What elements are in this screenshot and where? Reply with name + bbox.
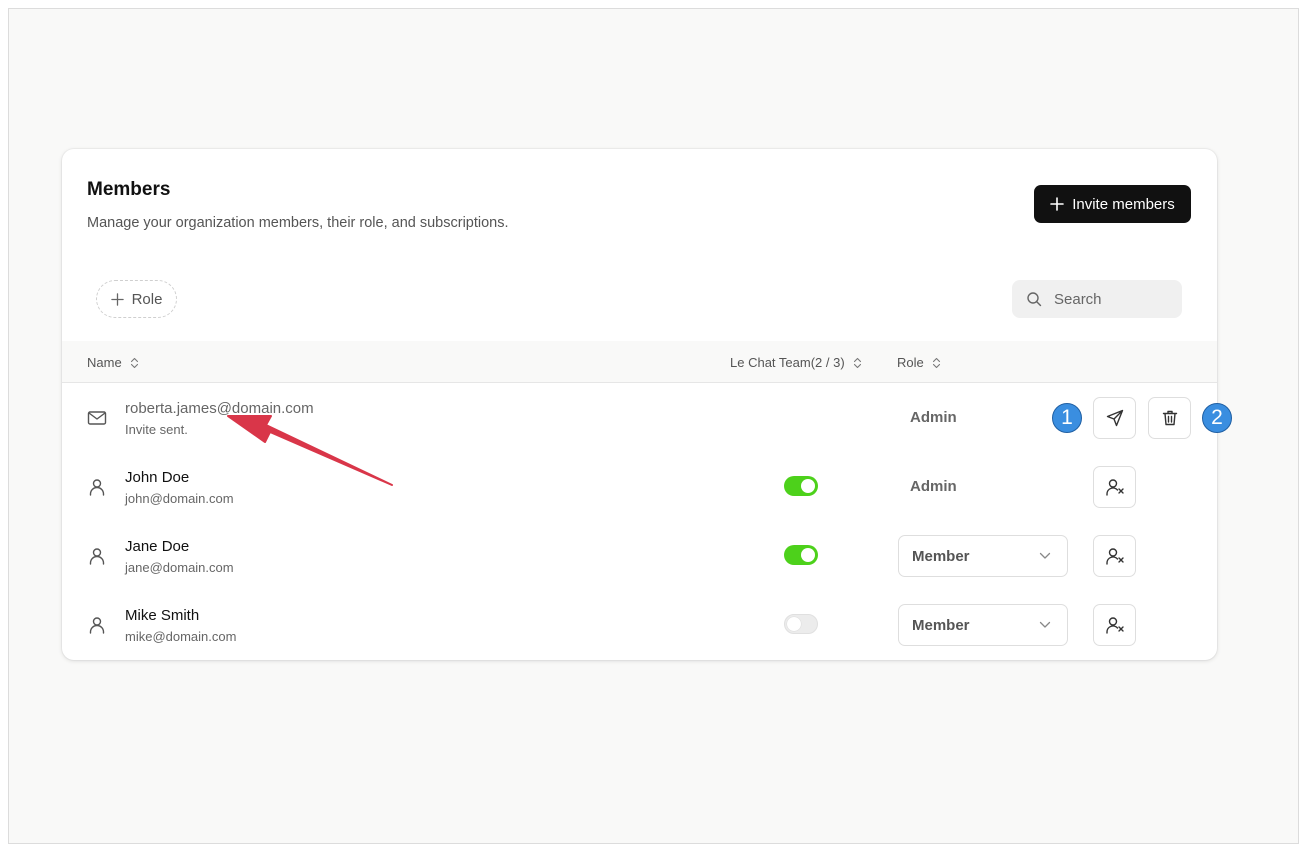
role-value: Admin [910, 409, 957, 426]
role-select[interactable]: Member [898, 535, 1068, 577]
member-email: mike@domain.com [125, 629, 237, 644]
column-header-team[interactable]: Le Chat Team(2 / 3) [730, 355, 862, 370]
remove-member-button[interactable] [1093, 604, 1136, 646]
team-toggle[interactable] [784, 476, 818, 496]
toggle-knob [801, 479, 815, 493]
toggle-knob [801, 548, 815, 562]
sort-icon [932, 357, 941, 369]
role-select-value: Member [912, 547, 970, 565]
user-icon [87, 615, 107, 635]
table-row: John Doe john@domain.com Admin [62, 452, 1217, 521]
sort-icon [853, 357, 862, 369]
column-team-label: Le Chat Team(2 / 3) [730, 355, 845, 370]
invite-email: roberta.james@domain.com [125, 400, 314, 417]
table-header: Name Le Chat Team(2 / 3) Role [62, 341, 1217, 383]
user-remove-icon [1105, 546, 1125, 566]
member-name: Mike Smith [125, 607, 200, 624]
team-toggle[interactable] [784, 614, 818, 634]
search-box[interactable] [1012, 280, 1182, 318]
delete-invite-button[interactable] [1148, 397, 1191, 439]
table-row: roberta.james@domain.com Invite sent. Ad… [62, 383, 1232, 452]
user-remove-icon [1105, 477, 1125, 497]
members-card: Members Manage your organization members… [62, 149, 1232, 660]
sort-icon [130, 357, 139, 369]
column-role-label: Role [897, 355, 924, 370]
annotation-marker-1: 1 [1052, 403, 1082, 433]
column-name-label: Name [87, 355, 122, 370]
chevron-down-icon [1039, 552, 1051, 560]
resend-invite-button[interactable] [1093, 397, 1136, 439]
chevron-down-icon [1039, 621, 1051, 629]
member-name: John Doe [125, 469, 190, 486]
invite-members-label: Invite members [1072, 195, 1175, 213]
annotation-marker-2: 2 [1202, 403, 1232, 433]
plus-icon [110, 292, 124, 306]
search-icon [1026, 291, 1042, 307]
column-header-role[interactable]: Role [897, 355, 941, 370]
role-select-value: Member [912, 616, 970, 634]
table-row: Jane Doe jane@domain.com Member [62, 521, 1217, 590]
user-icon [87, 546, 107, 566]
toggle-knob [787, 617, 801, 631]
member-email: jane@domain.com [125, 560, 234, 575]
team-toggle[interactable] [784, 545, 818, 565]
mail-icon [87, 408, 107, 428]
invite-status: Invite sent. [125, 422, 188, 437]
remove-member-button[interactable] [1093, 466, 1136, 508]
invite-members-button[interactable]: Invite members [1034, 185, 1191, 223]
member-name: Jane Doe [125, 538, 190, 555]
page-subtitle: Manage your organization members, their … [87, 215, 509, 231]
plus-icon [1050, 197, 1065, 211]
column-header-name[interactable]: Name [87, 355, 139, 370]
user-remove-icon [1105, 615, 1125, 635]
role-value: Admin [910, 478, 957, 495]
trash-icon [1160, 408, 1180, 428]
add-role-filter-button[interactable]: Role [96, 280, 177, 318]
member-email: john@domain.com [125, 491, 234, 506]
role-filter-label: Role [131, 290, 163, 308]
role-select[interactable]: Member [898, 604, 1068, 646]
send-icon [1105, 408, 1125, 428]
search-input[interactable] [1054, 290, 1164, 308]
page-title: Members [87, 179, 171, 200]
remove-member-button[interactable] [1093, 535, 1136, 577]
user-icon [87, 477, 107, 497]
page-frame: Members Manage your organization members… [8, 8, 1299, 844]
table-row: Mike Smith mike@domain.com Member [62, 590, 1217, 659]
